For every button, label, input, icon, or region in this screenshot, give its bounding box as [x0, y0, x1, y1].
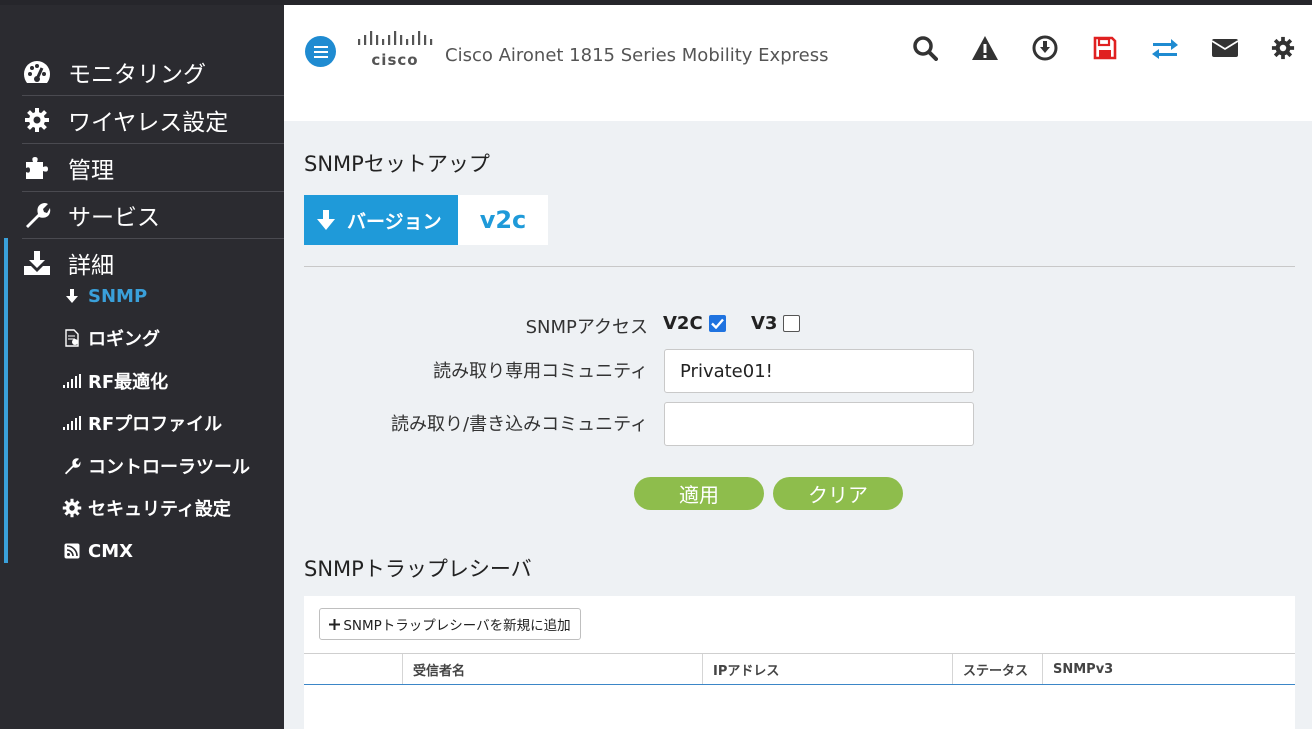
- sidebar-subitem-logging[interactable]: ロギング: [62, 323, 160, 353]
- checkmark-icon: [711, 318, 724, 329]
- v2c-checkbox[interactable]: [709, 315, 726, 332]
- hamburger-icon: [313, 45, 328, 58]
- sidebar-subitem-label: コントローラツール: [88, 457, 250, 478]
- download-icon[interactable]: [1030, 33, 1060, 63]
- sidebar: モニタリング ワイヤレス設定 管理 サービス 詳細 SNMP ロギング RF最適…: [0, 5, 284, 729]
- sidebar-subitem-label: RF最適化: [88, 372, 169, 393]
- sidebar-subitem-label: RFプロファイル: [88, 414, 223, 435]
- gear-icon: [62, 498, 82, 518]
- read-write-community-input[interactable]: [664, 402, 974, 446]
- signal-bars-icon: [62, 413, 82, 433]
- v3-label: V3: [751, 313, 778, 334]
- sidebar-item-management[interactable]: 管理: [22, 144, 284, 192]
- gear-icon[interactable]: [1268, 33, 1298, 63]
- dashboard-icon: [22, 57, 52, 87]
- column-header-ip-address[interactable]: IPアドレス: [703, 654, 953, 684]
- add-trap-receiver-button[interactable]: SNMPトラップレシーバを新規に追加: [319, 608, 581, 640]
- table-header: 受信者名 IPアドレス ステータス SNMPv3: [304, 653, 1295, 685]
- mail-icon[interactable]: [1210, 33, 1240, 63]
- arrow-down-icon: [62, 286, 82, 306]
- column-header-select[interactable]: [304, 654, 403, 684]
- sidebar-subitem-security-settings[interactable]: セキュリティ設定: [62, 493, 231, 523]
- column-header-status[interactable]: ステータス: [953, 654, 1043, 684]
- log-file-icon: [62, 328, 82, 348]
- v2c-label: V2C: [663, 313, 703, 334]
- sidebar-item-label: 管理: [68, 157, 114, 184]
- plus-icon: [329, 618, 341, 630]
- sidebar-subitem-snmp[interactable]: SNMP: [62, 281, 147, 311]
- gear-icon: [22, 105, 52, 135]
- sidebar-item-monitoring[interactable]: モニタリング: [22, 48, 284, 96]
- column-header-snmpv3[interactable]: SNMPv3: [1043, 654, 1295, 684]
- sidebar-item-label: 詳細: [68, 253, 114, 279]
- trap-receiver-title: SNMPトラップレシーバ: [304, 557, 532, 581]
- add-trap-receiver-label: SNMPトラップレシーバを新規に追加: [343, 618, 571, 634]
- sidebar-item-label: ワイヤレス設定: [68, 109, 229, 136]
- search-icon[interactable]: [910, 33, 940, 63]
- snmp-setup-title: SNMPセットアップ: [304, 152, 490, 176]
- brand-text: cisco: [371, 51, 418, 69]
- menu-button[interactable]: [305, 36, 336, 67]
- app-title: Cisco Aironet 1815 Series Mobility Expre…: [445, 45, 829, 66]
- sidebar-item-label: モニタリング: [68, 61, 206, 88]
- version-badge[interactable]: バージョン: [304, 195, 458, 245]
- apply-button[interactable]: 適用: [634, 477, 764, 510]
- save-icon[interactable]: [1090, 33, 1120, 63]
- sidebar-subitem-label: SNMP: [88, 285, 148, 307]
- wrench-icon: [62, 456, 82, 476]
- read-write-community-label: 読み取り/書き込みコミュニティ: [391, 414, 648, 435]
- sidebar-subitem-label: セキュリティ設定: [88, 499, 231, 520]
- arrow-down-icon: [317, 210, 335, 230]
- warning-icon[interactable]: [970, 33, 1000, 63]
- sidebar-subitem-controller-tools[interactable]: コントローラツール: [62, 451, 250, 481]
- read-only-community-label: 読み取り専用コミュニティ: [433, 361, 648, 382]
- sidebar-item-services[interactable]: サービス: [22, 191, 284, 239]
- header: cisco Cisco Aironet 1815 Series Mobility…: [284, 5, 1312, 121]
- sidebar-subitem-label: CMX: [88, 540, 133, 562]
- sidebar-active-indicator: [4, 238, 8, 563]
- download-tray-icon: [22, 248, 52, 278]
- sidebar-item-label: サービス: [68, 204, 160, 231]
- sidebar-subitem-rf-profile[interactable]: RFプロファイル: [62, 408, 222, 438]
- v3-checkbox[interactable]: [783, 315, 800, 332]
- sidebar-item-advanced[interactable]: 詳細: [22, 239, 284, 287]
- swap-icon[interactable]: [1150, 33, 1180, 63]
- sidebar-subitem-rf-optimization[interactable]: RF最適化: [62, 366, 168, 396]
- rss-icon: [62, 541, 82, 561]
- sidebar-subitem-label: ロギング: [88, 329, 160, 350]
- clear-button[interactable]: クリア: [773, 477, 903, 510]
- snmp-access-label: SNMPアクセス: [525, 317, 648, 338]
- sidebar-item-wireless-settings[interactable]: ワイヤレス設定: [22, 96, 284, 144]
- version-value: v2c: [458, 195, 548, 245]
- signal-bars-icon: [62, 371, 82, 391]
- trap-receiver-panel: SNMPトラップレシーバを新規に追加 受信者名 IPアドレス ステータス SNM…: [304, 596, 1295, 729]
- column-header-receiver-name[interactable]: 受信者名: [403, 654, 703, 684]
- puzzle-icon: [22, 153, 52, 183]
- divider: [304, 266, 1295, 267]
- sidebar-subitem-cmx[interactable]: CMX: [62, 536, 133, 566]
- cisco-logo: cisco: [358, 31, 433, 69]
- wrench-icon: [22, 200, 52, 230]
- read-only-community-input[interactable]: [664, 349, 974, 393]
- version-label: バージョン: [347, 210, 442, 233]
